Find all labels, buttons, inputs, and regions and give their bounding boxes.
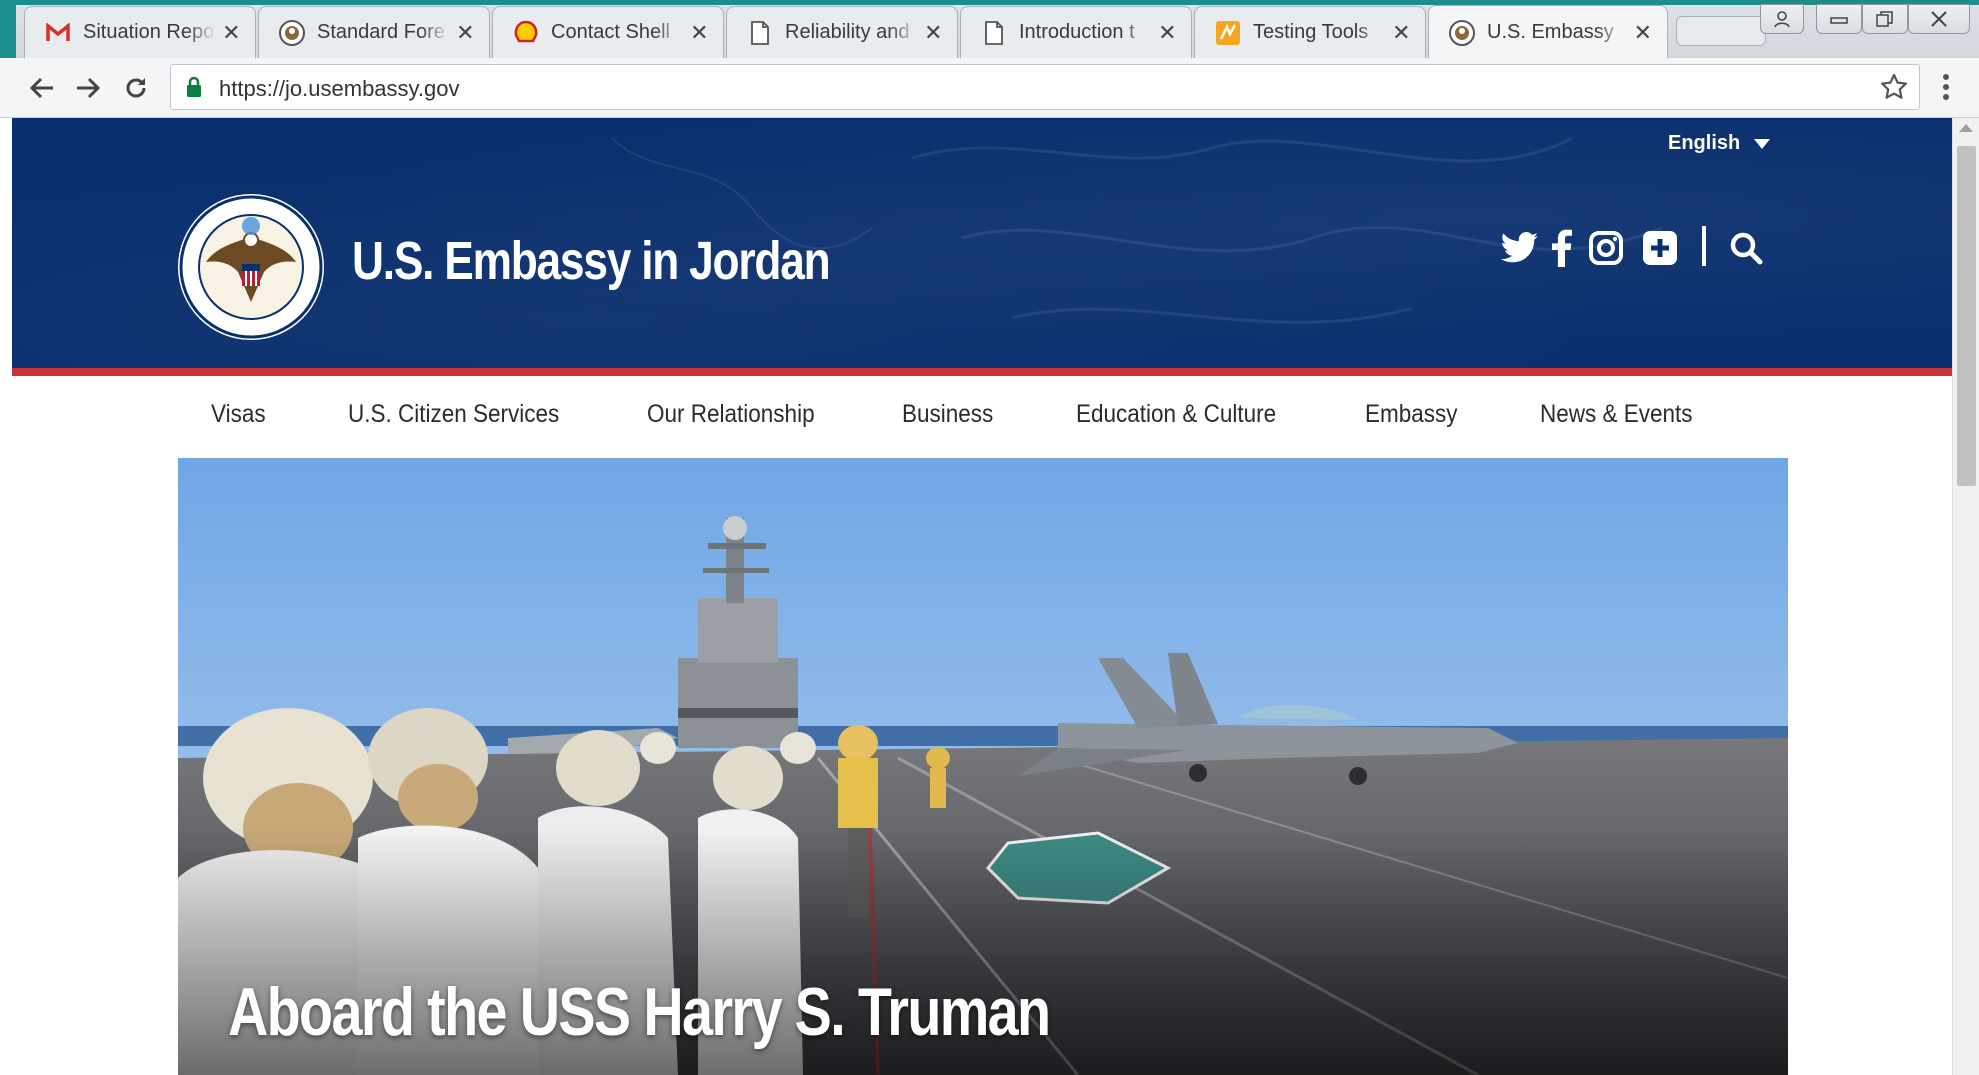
page-icon (981, 20, 1007, 46)
restore-icon (1876, 11, 1893, 27)
browser-menu-icon[interactable] (1940, 72, 1952, 107)
nav-item-embassy[interactable]: Embassy (1365, 400, 1458, 429)
caret-down-icon (1754, 138, 1771, 149)
back-button[interactable] (22, 68, 62, 108)
tab-title: Testing Tools (1253, 21, 1369, 43)
language-label: English (1668, 132, 1741, 154)
restore-button[interactable] (1862, 4, 1908, 34)
nav-item-visas[interactable]: Visas (211, 400, 266, 429)
address-bar[interactable]: https://jo.usembassy.gov (170, 64, 1920, 110)
close-window-button[interactable] (1908, 4, 1970, 34)
testing-tools-icon (1215, 20, 1241, 46)
nav-item-our-relationship[interactable]: Our Relationship (647, 400, 815, 429)
close-tab-icon[interactable]: ✕ (690, 20, 709, 46)
department-of-state-seal-logo[interactable] (176, 192, 326, 342)
hero-banner[interactable]: Aboard the USS Harry S. Truman (178, 458, 1788, 1075)
gmail-icon (45, 20, 71, 46)
instagram-icon[interactable] (1584, 226, 1628, 270)
main-navigation: Visas U.S. Citizen Services Our Relation… (12, 376, 1952, 458)
plus-icon[interactable] (1638, 226, 1682, 270)
close-window-icon (1931, 11, 1947, 27)
language-selector[interactable]: English (1668, 132, 1771, 155)
reload-icon (126, 78, 146, 98)
browser-tab[interactable]: Introduction t ✕ (960, 6, 1192, 58)
facebook-icon[interactable] (1546, 226, 1578, 270)
forward-arrow-icon (77, 77, 101, 99)
lock-icon (185, 76, 203, 103)
close-tab-icon[interactable]: ✕ (1158, 20, 1177, 46)
site-title[interactable]: U.S. Embassy in Jordan (352, 230, 831, 292)
tab-title: Standard Fore (317, 21, 445, 43)
back-arrow-icon (29, 77, 53, 99)
tab-title: Reliability and (785, 21, 910, 43)
close-tab-icon[interactable]: ✕ (456, 20, 475, 46)
new-tab-button[interactable] (1676, 16, 1766, 46)
shell-icon (513, 20, 539, 46)
browser-tab[interactable]: Reliability and ✕ (726, 6, 958, 58)
search-icon[interactable] (1724, 226, 1768, 270)
state-dept-seal-icon (279, 19, 305, 46)
profile-button[interactable] (1760, 4, 1804, 34)
minimize-button[interactable] (1816, 4, 1862, 34)
forward-button[interactable] (68, 68, 108, 108)
tab-title: U.S. Embassy (1487, 21, 1614, 43)
window-frame-edge (0, 0, 16, 58)
tab-title: Situation Repo (83, 21, 215, 43)
tab-title: Introduction t (1019, 21, 1135, 43)
web-page: English U.S. Embassy in Jordan Visas U.S… (12, 118, 1952, 1075)
scroll-up-arrow-icon[interactable] (1959, 124, 1973, 132)
close-tab-icon[interactable]: ✕ (1633, 20, 1653, 46)
nav-item-news-events[interactable]: News & Events (1540, 400, 1693, 429)
url-text: https://jo.usembassy.gov (219, 76, 460, 101)
tab-title: Contact Shell (551, 21, 670, 43)
bookmark-star-icon[interactable] (1879, 72, 1909, 107)
site-header: English U.S. Embassy in Jordan (12, 118, 1952, 368)
close-tab-icon[interactable]: ✕ (222, 20, 241, 46)
browser-tab[interactable]: Contact Shell ✕ (492, 6, 724, 58)
header-divider (1702, 226, 1706, 266)
scrollbar-thumb[interactable] (1957, 146, 1976, 486)
close-tab-icon[interactable]: ✕ (924, 20, 943, 46)
browser-tab-active[interactable]: U.S. Embassy ✕ (1428, 5, 1668, 59)
page-icon (747, 20, 773, 46)
browser-tab[interactable]: Situation Repo ✕ (24, 6, 256, 58)
header-accent-bar (12, 368, 1952, 376)
browser-toolbar: https://jo.usembassy.gov (0, 58, 1979, 118)
close-tab-icon[interactable]: ✕ (1392, 20, 1411, 46)
twitter-icon[interactable] (1498, 226, 1542, 270)
page-scrollbar[interactable] (1952, 118, 1979, 1075)
state-dept-seal-icon (1449, 19, 1475, 46)
tab-strip: Situation Repo ✕ Standard Fore ✕ Contact… (0, 0, 1979, 59)
window-frame-accent (0, 0, 1979, 5)
hero-caption[interactable]: Aboard the USS Harry S. Truman (228, 973, 1051, 1051)
nav-item-business[interactable]: Business (902, 400, 993, 429)
reload-button[interactable] (116, 68, 156, 108)
user-icon (1774, 11, 1790, 28)
nav-item-education-culture[interactable]: Education & Culture (1076, 400, 1276, 429)
browser-tab[interactable]: Testing Tools ✕ (1194, 6, 1426, 58)
browser-tab[interactable]: Standard Fore ✕ (258, 6, 490, 58)
nav-item-us-citizen-services[interactable]: U.S. Citizen Services (348, 400, 559, 429)
minimize-icon (1830, 17, 1848, 24)
